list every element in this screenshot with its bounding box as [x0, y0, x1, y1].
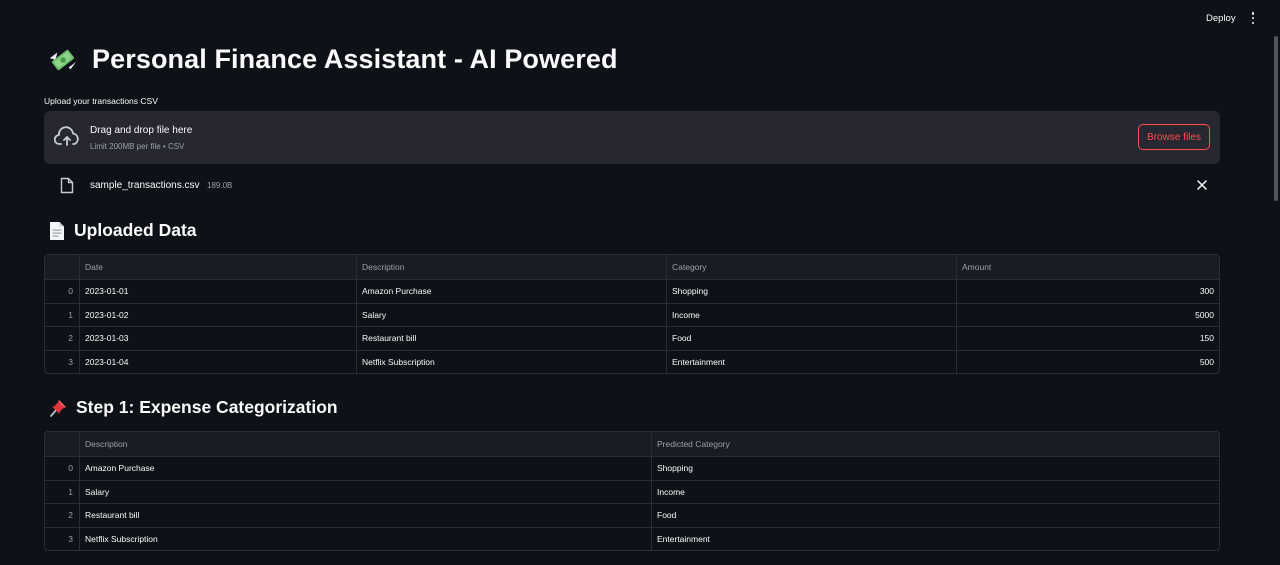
cell-description[interactable]: Netflix Subscription	[356, 350, 666, 373]
table-row: 2 2023-01-03 Restaurant bill Food 150	[45, 326, 1219, 350]
uploaded-data-table[interactable]: Date Description Category Amount 0 2023-…	[44, 254, 1220, 374]
uploader-label: Upload your transactions CSV	[44, 96, 158, 106]
table-header-row: Date Description Category Amount	[45, 255, 1219, 279]
cell-description[interactable]: Salary	[79, 480, 651, 503]
row-index: 0	[68, 286, 73, 297]
column-header[interactable]: Predicted Category	[651, 432, 1219, 456]
cell-category[interactable]: Shopping	[666, 280, 956, 303]
cell-amount[interactable]: 150	[956, 327, 1219, 350]
file-name: sample_transactions.csv	[90, 180, 200, 191]
cell-description[interactable]: Netflix Subscription	[79, 527, 651, 550]
row-index: 3	[68, 533, 73, 544]
table-row: 3 Netflix Subscription Entertainment	[45, 526, 1219, 550]
row-index: 2	[68, 333, 73, 344]
cell-description[interactable]: Amazon Purchase	[79, 457, 651, 480]
column-header[interactable]: Description	[356, 255, 666, 279]
page-facing-up-icon	[50, 221, 64, 240]
app-header: Deploy	[0, 0, 1280, 36]
remove-file-icon[interactable]	[1196, 179, 1208, 191]
cloud-upload-icon	[54, 126, 79, 146]
row-index: 2	[68, 510, 73, 521]
browse-files-button[interactable]: Browse files	[1138, 124, 1210, 150]
cell-amount[interactable]: 300	[956, 280, 1219, 303]
cell-date[interactable]: 2023-01-02	[79, 303, 356, 326]
deploy-button[interactable]: Deploy	[1198, 11, 1244, 26]
section-heading: Step 1: Expense Categorization	[76, 397, 338, 417]
cell-predicted-category[interactable]: Income	[651, 480, 1219, 503]
page-title: Personal Finance Assistant - AI Powered	[48, 44, 618, 75]
cell-description[interactable]: Amazon Purchase	[356, 280, 666, 303]
cell-description[interactable]: Restaurant bill	[356, 327, 666, 350]
main-menu-icon[interactable]	[1248, 11, 1258, 25]
table-row: 2 Restaurant bill Food	[45, 503, 1219, 527]
cell-category[interactable]: Food	[666, 327, 956, 350]
row-index: 1	[68, 309, 73, 320]
index-header	[45, 255, 79, 279]
cell-date[interactable]: 2023-01-04	[79, 350, 356, 373]
money-with-wings-icon	[49, 49, 77, 70]
file-size: 189.0B	[207, 181, 233, 190]
step1-heading: Step 1: Expense Categorization	[48, 397, 338, 418]
column-header[interactable]: Date	[79, 255, 356, 279]
cell-amount[interactable]: 5000	[956, 303, 1219, 326]
table-row: 0 2023-01-01 Amazon Purchase Shopping 30…	[45, 279, 1219, 303]
file-dropzone[interactable]: Drag and drop file here Limit 200MB per …	[44, 111, 1220, 164]
section-heading: Uploaded Data	[74, 220, 197, 240]
row-index: 0	[68, 463, 73, 474]
table-row: 3 2023-01-04 Netflix Subscription Entert…	[45, 349, 1219, 373]
table-row: 0 Amazon Purchase Shopping	[45, 456, 1219, 480]
cell-predicted-category[interactable]: Shopping	[651, 457, 1219, 480]
scrollbar[interactable]	[1274, 36, 1278, 201]
cell-description[interactable]: Restaurant bill	[79, 504, 651, 527]
row-index: 3	[68, 356, 73, 367]
cell-category[interactable]: Entertainment	[666, 350, 956, 373]
file-icon	[60, 177, 74, 194]
cell-description[interactable]: Salary	[356, 303, 666, 326]
pushpin-icon	[50, 399, 66, 417]
column-header[interactable]: Amount	[956, 255, 1219, 279]
column-header[interactable]: Description	[79, 432, 651, 456]
cell-date[interactable]: 2023-01-03	[79, 327, 356, 350]
uploaded-file-item: sample_transactions.csv 189.0B	[44, 174, 1220, 198]
app-title: Personal Finance Assistant - AI Powered	[92, 44, 618, 74]
cell-amount[interactable]: 500	[956, 350, 1219, 373]
dropzone-instruction: Drag and drop file here	[90, 125, 193, 136]
column-header[interactable]: Category	[666, 255, 956, 279]
cell-predicted-category[interactable]: Food	[651, 504, 1219, 527]
dropzone-limit: Limit 200MB per file • CSV	[90, 142, 185, 151]
table-row: 1 Salary Income	[45, 479, 1219, 503]
categorization-table[interactable]: Description Predicted Category 0 Amazon …	[44, 431, 1220, 551]
row-index: 1	[68, 486, 73, 497]
uploaded-data-heading: Uploaded Data	[48, 220, 197, 241]
index-header	[45, 432, 79, 456]
cell-category[interactable]: Income	[666, 303, 956, 326]
table-row: 1 2023-01-02 Salary Income 5000	[45, 302, 1219, 326]
table-header-row: Description Predicted Category	[45, 432, 1219, 456]
cell-date[interactable]: 2023-01-01	[79, 280, 356, 303]
cell-predicted-category[interactable]: Entertainment	[651, 527, 1219, 550]
